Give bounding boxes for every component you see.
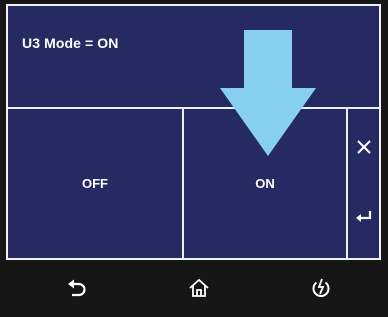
power-icon bbox=[312, 278, 330, 297]
home-icon bbox=[189, 278, 209, 297]
back-icon bbox=[68, 279, 86, 297]
back-button[interactable] bbox=[57, 268, 97, 308]
close-icon bbox=[356, 140, 371, 154]
side-controls bbox=[348, 109, 379, 258]
device-frame: U3 Mode = ON OFF ON bbox=[0, 0, 388, 317]
off-button-label: OFF bbox=[82, 176, 108, 191]
status-header: U3 Mode = ON bbox=[8, 6, 379, 109]
off-button[interactable]: OFF bbox=[8, 109, 184, 258]
close-button[interactable] bbox=[348, 127, 379, 167]
on-button-label: ON bbox=[255, 176, 275, 191]
touch-screen: U3 Mode = ON OFF ON bbox=[6, 4, 381, 260]
bottom-nav bbox=[0, 262, 388, 317]
home-button[interactable] bbox=[179, 268, 219, 308]
on-button[interactable]: ON bbox=[184, 109, 348, 258]
enter-icon bbox=[355, 211, 371, 222]
power-button[interactable] bbox=[301, 268, 341, 308]
mode-title: U3 Mode = ON bbox=[22, 35, 119, 51]
enter-button[interactable] bbox=[348, 197, 379, 237]
